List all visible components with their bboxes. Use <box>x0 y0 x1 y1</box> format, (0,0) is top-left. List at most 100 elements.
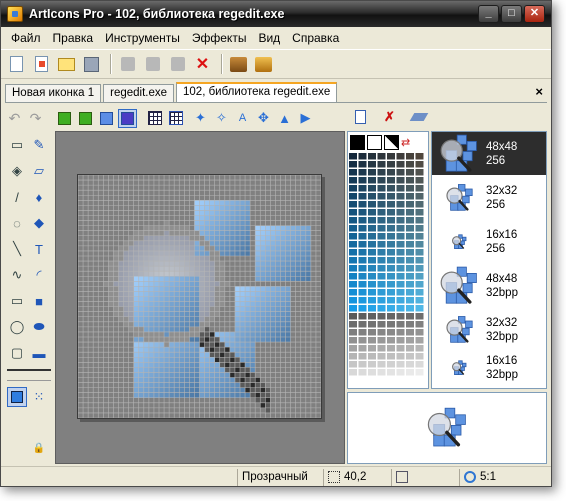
brush-tool[interactable]: / <box>7 187 27 207</box>
glow-tool[interactable] <box>29 413 49 433</box>
window-title: ArtIcons Pro - 102, библиотека regedit.e… <box>29 7 285 21</box>
tab-library-102[interactable]: 102, библиотека regedit.exe <box>176 82 338 102</box>
sparkle-button-1[interactable]: ✦ <box>191 109 210 128</box>
add-size-button[interactable] <box>351 107 370 126</box>
new-color-button[interactable] <box>30 53 53 76</box>
transparent-swatch[interactable] <box>384 134 399 150</box>
save-button[interactable] <box>80 53 103 76</box>
title-bar[interactable]: ArtIcons Pro - 102, библиотека regedit.e… <box>1 1 551 27</box>
size-item[interactable]: 16x16 32bpp <box>432 346 546 389</box>
layers-tool[interactable] <box>7 439 27 457</box>
paste-button[interactable] <box>166 53 189 76</box>
size-item[interactable]: 48x48 256 <box>432 132 546 175</box>
line-width-selector[interactable] <box>7 369 51 381</box>
cut-button[interactable] <box>116 53 139 76</box>
layer-button-2[interactable] <box>76 109 95 128</box>
remove-size-button[interactable]: ✗ <box>380 107 399 126</box>
library-button[interactable] <box>252 53 275 76</box>
preview-icon <box>427 407 466 447</box>
pencil-tool[interactable]: ✎ <box>29 135 49 155</box>
menu-tools[interactable]: Инструменты <box>99 29 186 47</box>
curve-tool[interactable]: ∿ <box>7 265 27 285</box>
filled-rect-tool[interactable]: ■ <box>29 291 49 311</box>
size-item[interactable]: 32x32 32bpp <box>432 308 546 351</box>
size-depth: 32bpp <box>486 286 518 299</box>
tab-regedit[interactable]: regedit.exe <box>103 84 175 102</box>
ellipse-tool[interactable]: ◯ <box>7 317 27 337</box>
size-item[interactable]: 32x32 256 <box>432 176 546 219</box>
pattern-icon: ⁙ <box>33 389 45 404</box>
smudge-tool[interactable] <box>7 413 27 433</box>
icon-preview <box>347 392 547 464</box>
filled-round-rect-tool[interactable]: ▬ <box>29 343 49 363</box>
extract-button[interactable] <box>227 53 250 76</box>
text-effect-button[interactable]: A <box>233 109 252 128</box>
arc-tool[interactable]: ◜ <box>29 265 49 285</box>
undo-button[interactable]: ↶ <box>5 109 24 128</box>
swap-colors-icon[interactable]: ⇄ <box>401 136 410 149</box>
selection-size-icon <box>396 471 408 483</box>
menu-view[interactable]: Вид <box>252 29 286 47</box>
size-depth: 32bpp <box>486 368 518 381</box>
pixel-grid[interactable] <box>78 175 321 418</box>
sparkle-button-2[interactable]: ✧ <box>212 109 231 128</box>
move-right-button[interactable]: ▶ <box>296 109 315 128</box>
copy-button[interactable] <box>141 53 164 76</box>
toolbar-separator <box>221 54 222 74</box>
grid-button[interactable] <box>145 109 164 128</box>
move-up-button[interactable]: ▲ <box>275 109 294 128</box>
transparency-toggle[interactable] <box>118 108 137 128</box>
minimize-button[interactable]: _ <box>478 5 499 23</box>
menu-effects[interactable]: Эффекты <box>186 29 253 47</box>
eraser-button[interactable] <box>409 107 428 126</box>
extract-icon <box>230 56 247 72</box>
fill-tool[interactable]: ◈ <box>7 161 27 181</box>
arrow-up-icon: ▲ <box>278 110 291 126</box>
menu-file[interactable]: Файл <box>5 29 47 47</box>
grid-icon <box>147 111 162 125</box>
icon-canvas[interactable] <box>77 174 322 419</box>
icon-sizes-list: 48x48 256 32x32 256 16x16 256 48x48 32bpp 32… <box>431 131 547 389</box>
move-arrows-button[interactable]: ✥ <box>254 109 273 128</box>
pixel-grid-button[interactable] <box>166 109 185 128</box>
size-dimensions: 16x16 <box>486 354 518 367</box>
rect-tool[interactable]: ▭ <box>7 291 27 311</box>
pattern-tool[interactable]: ⁙ <box>29 387 49 407</box>
menu-edit[interactable]: Правка <box>47 29 100 47</box>
open-button[interactable] <box>55 53 78 76</box>
palette-grid[interactable] <box>348 152 428 388</box>
layer-button-3[interactable] <box>97 109 116 128</box>
secondary-color-swatch[interactable] <box>367 134 382 150</box>
spray-tool[interactable]: ◌ <box>7 213 27 233</box>
delete-button[interactable]: ✕ <box>191 53 214 76</box>
layer-button-1[interactable] <box>55 109 74 128</box>
text-tool[interactable]: T <box>29 239 49 259</box>
tab-new-icon[interactable]: Новая иконка 1 <box>5 84 102 102</box>
transparency-icon <box>121 111 134 125</box>
pressed-tool-1[interactable] <box>7 387 27 407</box>
main-toolbar: ✕ <box>1 49 551 79</box>
select-rect-tool[interactable]: ▭ <box>7 135 27 155</box>
select-rect-icon: ▭ <box>10 137 24 152</box>
tab-close-button[interactable]: × <box>535 84 543 99</box>
cut-icon <box>120 57 135 71</box>
zoom-level: 5:1 <box>480 471 496 483</box>
arrow-right-icon: ▶ <box>300 110 311 125</box>
eraser-tool[interactable]: ▱ <box>29 161 49 181</box>
canvas-area[interactable] <box>55 131 345 464</box>
close-button[interactable]: ✕ <box>524 5 545 23</box>
size-dimensions: 32x32 <box>486 316 518 329</box>
redo-button[interactable]: ↷ <box>26 109 45 128</box>
new-file-button[interactable] <box>5 53 28 76</box>
maximize-button[interactable]: □ <box>501 5 522 23</box>
size-item[interactable]: 48x48 32bpp <box>432 264 546 307</box>
dropper-tool[interactable]: ♦ <box>29 187 49 207</box>
bucket-tool[interactable]: ◆ <box>29 213 49 233</box>
size-item[interactable]: 16x16 256 <box>432 220 546 263</box>
round-rect-tool[interactable]: ▢ <box>7 343 27 363</box>
primary-color-swatch[interactable] <box>350 134 365 150</box>
line-tool[interactable]: ╲ <box>7 239 27 259</box>
lock-tool[interactable]: 🔒 <box>29 439 49 457</box>
filled-ellipse-tool[interactable]: ⬬ <box>29 317 49 337</box>
menu-help[interactable]: Справка <box>286 29 345 47</box>
